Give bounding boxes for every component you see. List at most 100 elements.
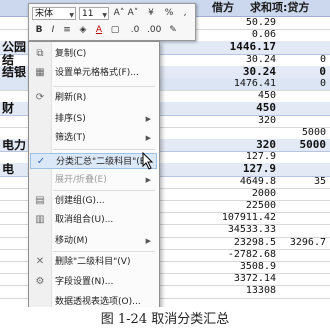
shrink-font-button[interactable]: A˅: [127, 7, 139, 20]
debit-value: 0.06: [251, 29, 276, 41]
decrease-decimal-icon[interactable]: .0: [129, 24, 141, 37]
menu-item-sort[interactable]: 排序(S) ▶: [30, 111, 157, 127]
sort-icon: [34, 113, 46, 125]
menu-item-label: 数据透视表选项(O)...: [55, 297, 141, 307]
chevron-down-icon: ▼: [102, 12, 107, 19]
menu-separator: [53, 149, 155, 150]
menu-separator: [53, 190, 155, 191]
credit-value: [282, 188, 326, 200]
percent-button[interactable]: %: [163, 7, 175, 20]
menu-item-ungroup[interactable]: ▥ 取消组合(U)...: [30, 212, 157, 228]
font-name-select[interactable]: 宋体 ▼: [32, 7, 76, 20]
credit-value: 5000: [299, 139, 327, 151]
credit-value: [282, 41, 326, 53]
credit-value: 5000: [301, 126, 326, 138]
italic-button[interactable]: I: [47, 24, 59, 37]
menu-item-delete[interactable]: ✕ 删除"二级科目"(V): [30, 254, 157, 270]
comma-style-icon[interactable]: ,: [179, 7, 191, 20]
increase-decimal-icon[interactable]: .00: [147, 24, 161, 37]
debit-value: 2000: [251, 187, 276, 199]
bold-button[interactable]: B: [33, 24, 45, 37]
menu-item-group[interactable]: ▤ 创建组(G)...: [30, 193, 157, 209]
menu-separator: [53, 86, 155, 87]
borders-icon[interactable]: ▢: [109, 24, 121, 37]
debit-value: 1476.41: [233, 78, 276, 89]
credit-value: [282, 224, 326, 236]
format-cells-icon: ▦: [35, 67, 45, 78]
font-name-value: 宋体: [35, 9, 54, 19]
menu-item-pivot-options[interactable]: 数据透视表选项(O)...: [30, 294, 157, 307]
mini-toolbar: 宋体 ▼ 11 ▼ A˄ A˅ ¥ % , B I ≡ ◈ A ▢ .0 .00…: [28, 3, 196, 41]
menu-item-label: 刷新(R): [55, 93, 87, 103]
filter-icon: [34, 132, 46, 144]
debit-value: 30.24: [242, 65, 276, 78]
menu-item-label: 筛选(T): [55, 133, 86, 143]
credit-value: [282, 249, 326, 261]
credit-value: 3296.7: [289, 236, 326, 248]
field-settings-icon: ⚙: [35, 276, 45, 287]
debit-value: 13308: [245, 285, 276, 297]
credit-value: [282, 102, 326, 114]
debit-value: 4649.8: [239, 175, 276, 187]
credit-value: 0: [319, 78, 326, 89]
menu-item-label: 取消组合(U)...: [55, 215, 114, 225]
debit-value: 50.29: [245, 17, 276, 28]
credit-value: [282, 212, 326, 224]
credit-value: [282, 163, 326, 175]
pivot-options-icon: [34, 296, 46, 307]
chevron-right-icon: ▶: [145, 237, 151, 245]
debit-value: 1446.17: [229, 41, 276, 54]
delete-icon: ✕: [35, 256, 45, 267]
debit-value: 34533.33: [227, 224, 276, 236]
header-sum-credit: 求和项:贷方: [250, 1, 310, 14]
align-center-icon[interactable]: ≡: [61, 24, 73, 37]
ungroup-icon: ▥: [35, 214, 45, 225]
credit-value: [282, 285, 326, 297]
chevron-right-icon: ▶: [145, 176, 151, 184]
credit-value: 0: [319, 53, 326, 65]
credit-value: 0: [319, 65, 326, 78]
chevron-right-icon: ▶: [145, 134, 151, 142]
debit-value: 450: [257, 90, 276, 102]
menu-item-label: 删除"二级科目"(V): [55, 257, 131, 267]
fill-color-icon[interactable]: ◈: [77, 24, 89, 37]
menu-item-filter[interactable]: 筛选(T) ▶: [30, 130, 157, 146]
menu-item-copy[interactable]: ⧉ 复制(C): [30, 46, 157, 62]
chevron-right-icon: ▶: [145, 115, 151, 123]
brush-icon[interactable]: ✎: [167, 24, 179, 37]
menu-separator: [53, 251, 155, 252]
credit-value: [282, 200, 326, 212]
debit-value: [200, 127, 276, 139]
credit-value: [282, 17, 326, 29]
debit-value: 30.24: [245, 53, 276, 65]
currency-button[interactable]: ¥: [143, 7, 159, 20]
grow-font-button[interactable]: A˄: [113, 7, 125, 20]
menu-item-label: 移动(M): [55, 236, 88, 246]
menu-item-check[interactable]: ✓ 分类汇总"二级科目"(B): [30, 153, 157, 169]
menu-item-format-cells[interactable]: ▦ 设置单元格格式(F)...: [30, 65, 157, 81]
menu-item-label: 分类汇总"二级科目"(B): [56, 157, 150, 167]
menu-item-refresh[interactable]: ⟳ 刷新(R): [30, 90, 157, 106]
menu-item-label: 字段设置(N)...: [55, 277, 114, 287]
debit-value: 3372.14: [233, 273, 276, 285]
mouse-cursor-icon: [142, 152, 154, 170]
font-color-button[interactable]: A: [93, 24, 105, 37]
copy-icon: ⧉: [36, 48, 44, 59]
debit-value: 450: [256, 102, 276, 115]
debit-value: 23298.5: [233, 236, 276, 248]
chevron-down-icon: ▼: [69, 12, 74, 19]
menu-item-label: 设置单元格格式(F)...: [55, 68, 139, 78]
menu-item-expand[interactable]: 展开/折叠(E) ▶: [30, 172, 157, 188]
credit-value: [282, 115, 326, 127]
debit-value: 127.9: [242, 163, 276, 176]
menu-item-field-settings[interactable]: ⚙ 字段设置(N)...: [30, 274, 157, 290]
font-size-select[interactable]: 11 ▼: [79, 7, 109, 20]
debit-value: 127.9: [245, 151, 276, 163]
credit-value: 35: [313, 175, 326, 187]
screenshot: 借方 求和项:贷方 50.29 0.06 公园 1446.17 结 30.24 0 结银 30.…: [0, 0, 330, 307]
credit-value: [282, 29, 326, 41]
check-icon: ✓: [36, 156, 46, 167]
credit-value: [282, 90, 326, 102]
menu-item-move[interactable]: 移动(M) ▶: [30, 233, 157, 249]
header-debit: 借方: [212, 1, 234, 14]
